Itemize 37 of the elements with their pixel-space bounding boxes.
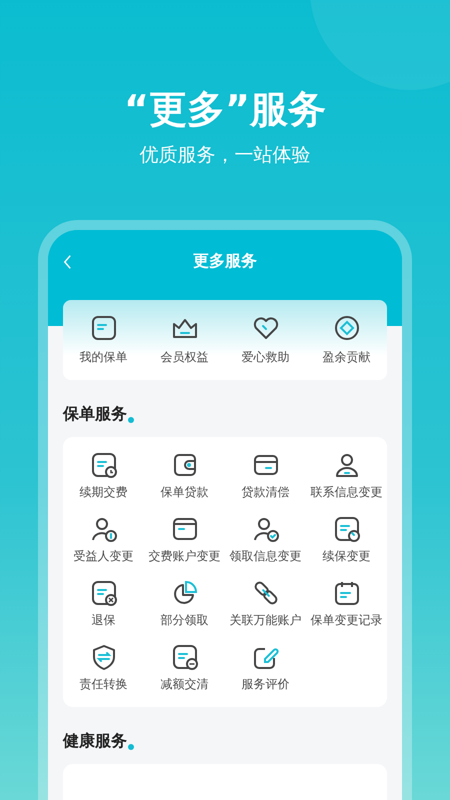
service-item[interactable]: 受益人变更 bbox=[63, 515, 144, 565]
subheadline: 优质服务，一站体验 bbox=[140, 143, 310, 168]
service-item[interactable]: 保单贷款 bbox=[144, 451, 225, 501]
quick-action[interactable]: 爱心救助 bbox=[225, 300, 306, 380]
service-item[interactable]: 续保变更 bbox=[306, 515, 387, 565]
document-icon bbox=[90, 314, 118, 342]
title-dot bbox=[128, 417, 134, 423]
quick-action[interactable]: 会员权益 bbox=[144, 300, 225, 380]
calendar-icon bbox=[332, 579, 360, 607]
card-icon bbox=[170, 515, 198, 543]
service-item[interactable]: 关联万能账户 bbox=[225, 579, 306, 629]
service-item[interactable]: 续期交费 bbox=[63, 451, 144, 501]
screen-title: 更多服务 bbox=[193, 250, 257, 272]
service-item[interactable]: 贷款清偿 bbox=[225, 451, 306, 501]
document-clock-icon bbox=[90, 451, 118, 479]
person-coin-icon bbox=[90, 515, 118, 543]
service-item[interactable]: 领取信息变更 bbox=[225, 515, 306, 565]
document-cross-icon bbox=[90, 579, 118, 607]
service-item[interactable]: 减额交清 bbox=[144, 643, 225, 693]
back-icon[interactable] bbox=[62, 253, 73, 271]
service-item[interactable]: 退保 bbox=[63, 579, 144, 629]
section-title: 健康服务 bbox=[63, 730, 127, 752]
service-item[interactable]: 部分领取 bbox=[144, 579, 225, 629]
link-icon bbox=[252, 579, 280, 607]
document-minus-icon bbox=[170, 643, 198, 671]
person-check-icon bbox=[252, 515, 280, 543]
service-item[interactable]: 保单变更记录 bbox=[306, 579, 387, 629]
quick-action[interactable]: 盈余贡献 bbox=[306, 300, 387, 380]
section-title: 保单服务 bbox=[63, 403, 127, 425]
quick-action[interactable]: 我的保单 bbox=[63, 300, 144, 380]
service-item[interactable]: 责任转换 bbox=[63, 643, 144, 693]
service-item[interactable]: 联系信息变更 bbox=[306, 451, 387, 501]
service-item[interactable]: 交费账户变更 bbox=[144, 515, 225, 565]
headline: “更多”服务 bbox=[124, 86, 326, 133]
service-item[interactable]: 服务评价 bbox=[225, 643, 306, 693]
title-dot bbox=[128, 744, 134, 750]
document-refresh-icon bbox=[332, 515, 360, 543]
